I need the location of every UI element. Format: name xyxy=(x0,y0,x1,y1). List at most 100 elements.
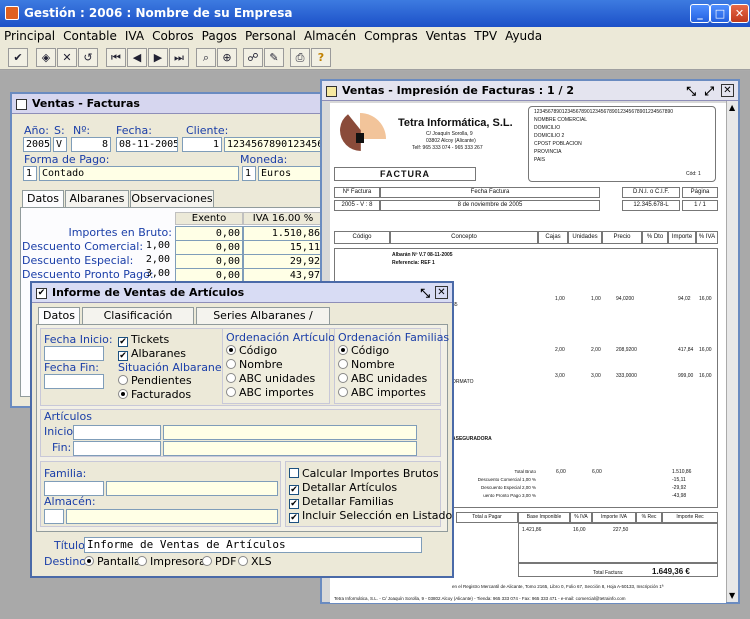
ordenacion-familias-radio[interactable]: Nombre xyxy=(338,358,395,371)
line-precio: 94,0200 xyxy=(616,296,635,302)
opcion-label: Detallar Familias xyxy=(302,495,394,508)
pdf-radio[interactable]: PDF xyxy=(202,555,236,568)
fecha-input[interactable]: 08-11-2005 xyxy=(116,137,178,152)
menu-ventas[interactable]: Ventas xyxy=(422,27,471,45)
ordenacion-articulos-radio[interactable]: ABC unidades xyxy=(226,372,315,385)
menu-almacen[interactable]: Almacén xyxy=(300,27,360,45)
tab-datos[interactable]: Datos xyxy=(38,307,80,325)
undo-icon[interactable]: ↺ xyxy=(78,48,98,67)
tab-datos[interactable]: Datos xyxy=(22,190,64,208)
familia-code-input[interactable] xyxy=(44,481,104,496)
cliente-code-input[interactable]: 12345678901234567 xyxy=(224,137,324,152)
albaranes-checkbox[interactable]: ✔ Albaranes xyxy=(118,347,186,361)
pantalla-radio[interactable]: Pantalla xyxy=(84,555,141,568)
minimize-button[interactable]: _ xyxy=(690,4,710,23)
line-unidades: 3,00 xyxy=(591,373,601,379)
articulo-inicio-code-input[interactable] xyxy=(73,425,161,440)
next-record-icon[interactable]: ▶ xyxy=(148,48,168,67)
tickets-checkbox[interactable]: ✔ Tickets xyxy=(118,333,169,347)
menu-principal[interactable]: Principal xyxy=(0,27,59,45)
grid-exento-cell[interactable]: 0,00 xyxy=(175,240,243,255)
tab-observaciones[interactable]: Observaciones xyxy=(130,190,214,207)
search-next-icon[interactable]: ⊕ xyxy=(217,48,237,67)
articulo-fin-name-input[interactable] xyxy=(163,441,417,456)
anio-input[interactable]: 2005 xyxy=(23,137,51,152)
eraser-icon[interactable]: ◈ xyxy=(36,48,56,67)
articulo-fin-code-input[interactable] xyxy=(73,441,161,456)
check-icon[interactable]: ✔ xyxy=(8,48,28,67)
exento-header: Exento xyxy=(175,212,243,225)
menu-ayuda[interactable]: Ayuda xyxy=(501,27,546,45)
ordenacion-articulos-radio[interactable]: Código xyxy=(226,344,277,357)
scroll-down-icon[interactable]: ▼ xyxy=(729,591,735,600)
forma-pago-input[interactable]: Contado xyxy=(39,166,239,181)
restore-window-icon[interactable]: ⤢ xyxy=(704,81,714,101)
menu-tpv[interactable]: TPV xyxy=(470,27,501,45)
company-name: Tetra Informática, S.L. xyxy=(398,117,513,129)
serie-input[interactable]: V xyxy=(53,137,67,152)
opcion-checkbox[interactable]: Calcular Importes Brutos xyxy=(289,467,439,480)
print-icon[interactable]: ⎙ xyxy=(290,48,310,67)
tab-clasificacion-articulos[interactable]: Clasificación Artículos xyxy=(82,307,194,338)
familia-name-input[interactable] xyxy=(106,481,278,496)
ordenacion-articulos-radio[interactable]: Nombre xyxy=(226,358,283,371)
facturados-radio[interactable]: Facturados xyxy=(118,388,191,401)
minimize-window-icon[interactable]: ⤡ xyxy=(420,283,430,303)
almacen-name-input[interactable] xyxy=(66,509,278,524)
cliente-number-input[interactable]: 1 xyxy=(182,137,222,152)
menu-iva[interactable]: IVA xyxy=(121,27,148,45)
grid-row-pct: 1,00 xyxy=(145,240,170,251)
close-window-icon[interactable]: ✕ xyxy=(721,84,734,97)
footer-text: Tetra Informática, S.L. - C/ Joaquín Sor… xyxy=(334,596,626,601)
grid-iva-cell[interactable]: 15,11 xyxy=(243,240,323,255)
search-icon[interactable]: ⌕ xyxy=(196,48,216,67)
titulo-input[interactable]: Informe de Ventas de Artículos xyxy=(84,537,422,553)
maximize-button[interactable]: □ xyxy=(710,4,730,23)
first-record-icon[interactable]: ⏮ xyxy=(106,48,126,67)
opcion-checkbox[interactable]: ✔ Detallar Artículos xyxy=(289,481,397,495)
articulo-inicio-name-input[interactable] xyxy=(163,425,417,440)
vertical-scrollbar[interactable]: ▲ ▼ xyxy=(726,101,738,602)
close-window-icon[interactable]: ✕ xyxy=(435,286,448,299)
tab-series-albaranes[interactable]: Series Albaranes / Facturas xyxy=(196,307,330,338)
grid-exento-cell[interactable]: 0,00 xyxy=(175,254,243,269)
pendientes-radio[interactable]: Pendientes xyxy=(118,374,192,387)
minimize-window-icon[interactable]: ⤡ xyxy=(686,81,696,101)
almacen-code-input[interactable] xyxy=(44,509,64,524)
grid-iva-cell[interactable]: 1.510,86 xyxy=(243,226,323,241)
fecha-fin-input[interactable] xyxy=(44,374,104,389)
grid-iva-cell[interactable]: 29,92 xyxy=(243,254,323,269)
tab-albaranes[interactable]: Albaranes xyxy=(65,190,129,207)
xls-radio[interactable]: XLS xyxy=(238,555,272,568)
moneda-number-input[interactable]: 1 xyxy=(242,166,256,181)
fecha-inicio-input[interactable] xyxy=(44,346,104,361)
help-icon[interactable]: ? xyxy=(311,48,331,67)
last-record-icon[interactable]: ⏭ xyxy=(169,48,189,67)
cancel-icon[interactable]: ✕ xyxy=(57,48,77,67)
previous-record-icon[interactable]: ◀ xyxy=(127,48,147,67)
ordenacion-articulos-radio[interactable]: ABC importes xyxy=(226,386,314,399)
ordenacion-familias-radio[interactable]: ABC unidades xyxy=(338,372,427,385)
menu-contable[interactable]: Contable xyxy=(59,27,121,45)
menu-pagos[interactable]: Pagos xyxy=(198,27,241,45)
close-button[interactable]: ✕ xyxy=(730,4,749,23)
numero-input[interactable]: 8 xyxy=(71,137,111,152)
total-cajas: 6,00 xyxy=(556,469,566,475)
company-address-1: C/ Joaquín Sorolla, 9 xyxy=(426,131,473,137)
menu-compras[interactable]: Compras xyxy=(360,27,422,45)
impresora-radio[interactable]: Impresora xyxy=(137,555,206,568)
scroll-up-icon[interactable]: ▲ xyxy=(729,103,735,112)
opcion-checkbox[interactable]: ✔ Detallar Familias xyxy=(289,495,394,509)
tools-icon[interactable]: ✎ xyxy=(264,48,284,67)
customer-address-line: DOMICILIO xyxy=(534,125,561,131)
moneda-input[interactable]: Euros xyxy=(258,166,324,181)
menu-personal[interactable]: Personal xyxy=(241,27,300,45)
ordenacion-familias-radio[interactable]: Código xyxy=(338,344,389,357)
grid-exento-cell[interactable]: 0,00 xyxy=(175,226,243,241)
binoculars-icon[interactable]: ☍ xyxy=(243,48,263,67)
menu-cobros[interactable]: Cobros xyxy=(148,27,198,45)
ordenacion-familias-radio[interactable]: ABC importes xyxy=(338,386,426,399)
checkbox-icon: ✔ xyxy=(36,288,47,299)
opcion-checkbox[interactable]: ✔ Incluir Selección en Listado xyxy=(289,509,452,523)
forma-pago-number-input[interactable]: 1 xyxy=(23,166,37,181)
